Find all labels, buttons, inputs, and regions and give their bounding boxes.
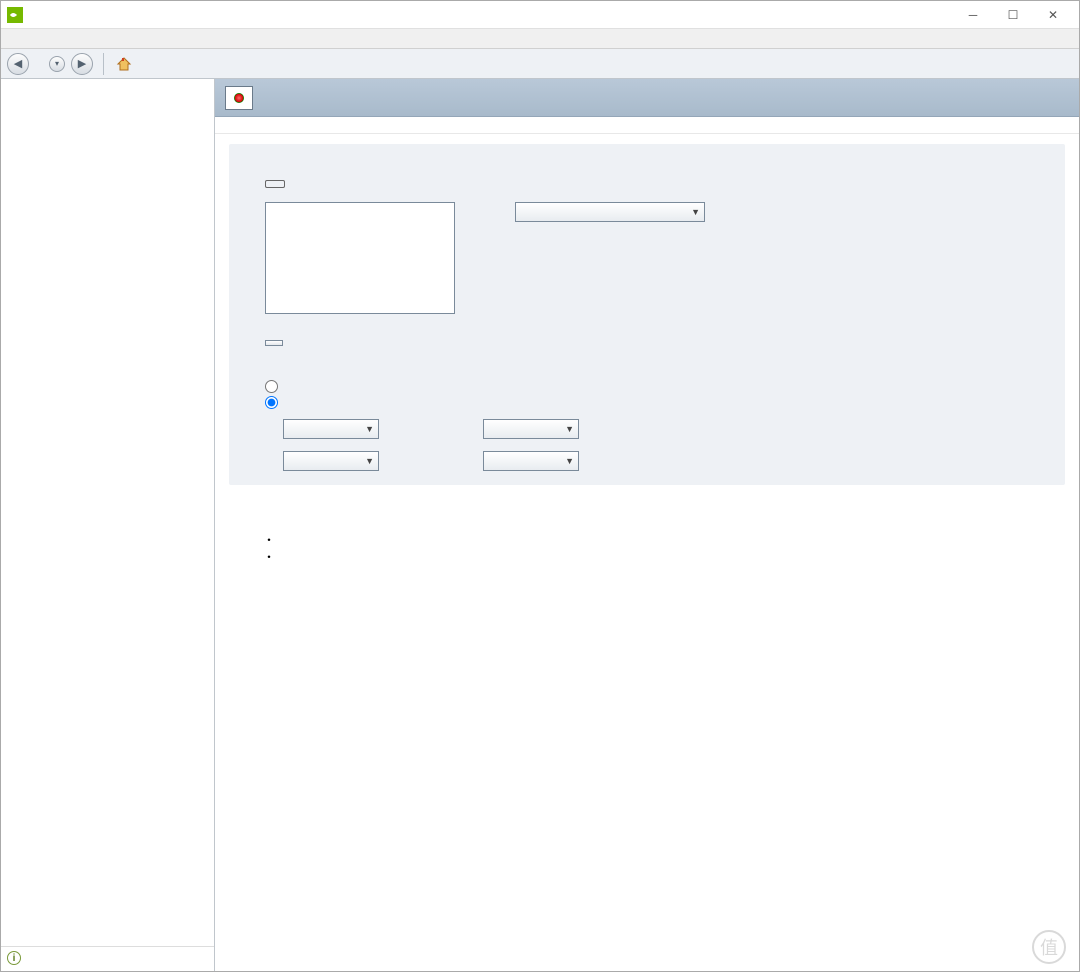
forward-button[interactable]: ▶ [71, 53, 93, 75]
usecase-bullet-2 [263, 548, 1061, 565]
app-window: ─ ☐ ✕ ◀ ▾ ▶ i [0, 0, 1080, 972]
hdmi-icon [265, 180, 285, 188]
output-depth-combo[interactable]: ▼ [483, 419, 579, 439]
chevron-down-icon: ▼ [365, 456, 374, 466]
menu-file[interactable] [5, 37, 17, 41]
sidebar: i [1, 79, 215, 971]
menu-edit[interactable] [19, 37, 31, 41]
menu-help[interactable] [61, 37, 73, 41]
toolbar: ◀ ▾ ▶ [1, 49, 1079, 79]
task-tree [1, 85, 214, 89]
back-button[interactable]: ◀ [7, 53, 29, 75]
output-format-combo[interactable]: ▼ [283, 451, 379, 471]
page-header [215, 79, 1079, 117]
titlebar: ─ ☐ ✕ [1, 1, 1079, 29]
custom-resolution-button[interactable] [265, 340, 283, 346]
radio-default-color[interactable] [265, 380, 1047, 393]
maximize-button[interactable]: ☐ [993, 3, 1033, 27]
chevron-down-icon: ▼ [565, 456, 574, 466]
chevron-down-icon: ▼ [365, 424, 374, 434]
explain-block [233, 501, 1061, 503]
menubar [1, 29, 1079, 49]
page-icon [225, 86, 253, 110]
refresh-combo[interactable]: ▼ [515, 202, 705, 222]
page-description [215, 117, 1079, 134]
nvidia-icon [7, 7, 23, 23]
settings-panel: ▼ [229, 144, 1065, 485]
usecase-bullet-1 [263, 531, 1061, 548]
main-pane: ▼ [215, 79, 1079, 971]
minimize-button[interactable]: ─ [953, 3, 993, 27]
back-dropdown-button[interactable]: ▾ [49, 56, 65, 72]
dynamic-range-combo[interactable]: ▼ [483, 451, 579, 471]
home-button[interactable] [114, 54, 134, 74]
chevron-down-icon: ▼ [565, 424, 574, 434]
menu-desktop[interactable] [33, 37, 45, 41]
toolbar-divider [103, 53, 104, 75]
desktop-depth-combo[interactable]: ▼ [283, 419, 379, 439]
radio-nvidia-color[interactable] [265, 396, 1047, 409]
info-icon: i [7, 951, 21, 965]
close-button[interactable]: ✕ [1033, 3, 1073, 27]
chevron-down-icon: ▼ [691, 207, 700, 217]
usecase-block [233, 529, 1061, 565]
menu-display[interactable] [47, 37, 59, 41]
resolution-listbox[interactable] [265, 202, 455, 314]
